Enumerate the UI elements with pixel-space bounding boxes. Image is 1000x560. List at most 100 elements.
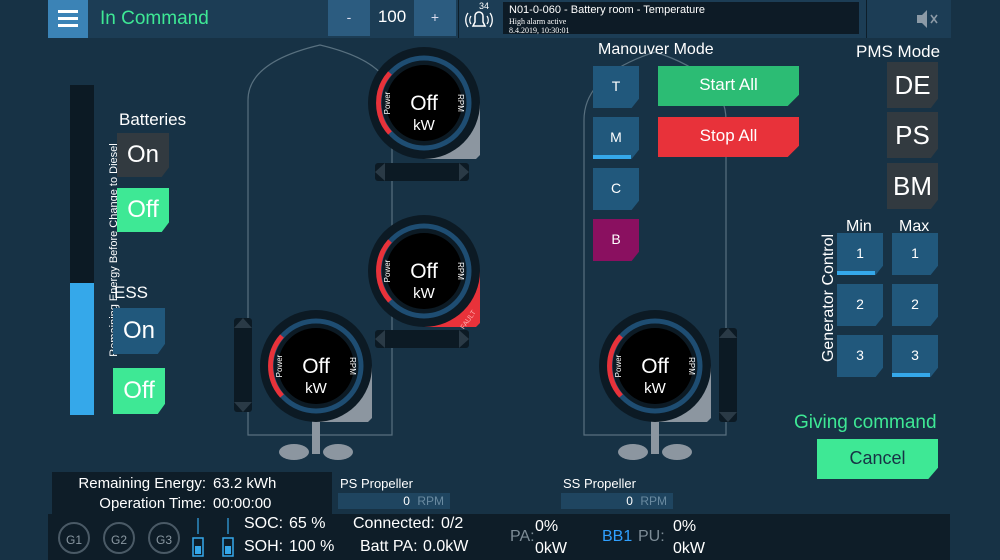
- rpm-label: RPM: [456, 262, 465, 280]
- pms-de-button[interactable]: DE: [887, 62, 938, 108]
- ss-propeller-value: 0: [626, 494, 633, 508]
- gauge-svg: SSP Off kW Power RPM: [599, 310, 711, 422]
- soc-value: 65 %: [289, 515, 326, 532]
- pu-kw: 0kW: [673, 540, 705, 557]
- giving-command-label: Giving command: [794, 412, 937, 433]
- gen-max-2-button[interactable]: 2: [892, 284, 938, 326]
- mode-active-indicator: [593, 155, 631, 159]
- pms-bm-button[interactable]: BM: [887, 163, 938, 209]
- battery-1-icon: [192, 518, 204, 557]
- ps-propeller-unit: RPM: [417, 494, 444, 508]
- mode-m-button[interactable]: M: [593, 117, 639, 159]
- ps-propeller-icon: [279, 420, 353, 460]
- batteries-on-button[interactable]: On: [117, 133, 169, 177]
- rpm-label: RPM: [456, 94, 465, 112]
- batteries-off-button[interactable]: Off: [117, 188, 169, 232]
- gen-min-3-button[interactable]: 3: [837, 335, 883, 377]
- soh-value: 100 %: [289, 538, 335, 555]
- energy-bar-fill: [70, 283, 94, 415]
- ss-propeller-unit: RPM: [640, 494, 667, 508]
- connected-value: 0/2: [441, 515, 464, 532]
- power-label: Power: [383, 259, 392, 282]
- pa-label: PA:: [510, 528, 535, 545]
- soc-label: SOC:: [244, 515, 284, 532]
- rpm-label: RPM: [348, 357, 357, 375]
- ess-on-button[interactable]: On: [113, 308, 165, 354]
- generator-control-label: Generator Control: [820, 233, 837, 363]
- gauge-svg: PSP Off kW Power RPM: [260, 310, 372, 422]
- bow-thruster-gauge[interactable]: Bow Off kW Power RPM: [366, 45, 482, 161]
- thruster-name: PSP: [301, 329, 331, 346]
- pms-mode-title: PMS Mode: [856, 42, 941, 61]
- gen-max-1-button[interactable]: 1: [892, 233, 938, 275]
- rpm-label: RPM: [687, 357, 696, 375]
- mode-t-button[interactable]: T: [593, 66, 639, 108]
- battery-icons: [192, 518, 234, 557]
- operation-time-value: 00:00:00: [213, 495, 272, 512]
- ess-off-button[interactable]: Off: [113, 368, 165, 414]
- bb1-label: BB1: [602, 528, 633, 545]
- power-label: Power: [614, 354, 623, 377]
- pu-label: PU:: [638, 528, 665, 545]
- thruster-state: Off: [410, 92, 438, 115]
- mode-b-button[interactable]: B: [593, 219, 639, 261]
- pu-percent: 0%: [673, 518, 697, 535]
- thruster-unit: kW: [413, 117, 436, 134]
- gen-active-indicator: [892, 373, 930, 377]
- bow-thrust-bar: [375, 163, 469, 181]
- ssp-thruster-gauge[interactable]: SSP Off kW Power RPM: [597, 308, 713, 424]
- soh-label: SOH:: [244, 538, 284, 555]
- thruster-state: Off: [410, 260, 438, 283]
- ss-propeller-icon: [618, 420, 692, 460]
- gen-active-indicator: [837, 271, 875, 275]
- generator-2-indicator[interactable]: G2: [103, 522, 135, 554]
- thruster-name: Stern: [406, 234, 442, 251]
- remaining-energy-label: Remaining Energy:: [78, 475, 206, 492]
- thruster-unit: kW: [413, 285, 436, 302]
- manouver-mode-title: Manouver Mode: [598, 41, 714, 58]
- ssp-thrust-bar: [719, 328, 737, 422]
- ps-propeller-value: 0: [403, 494, 410, 508]
- pa-percent: 0%: [535, 518, 559, 535]
- ess-label: ESS: [114, 283, 149, 302]
- psp-thrust-bar: [234, 318, 252, 412]
- thruster-state: Off: [641, 355, 669, 378]
- gen-min-2-button[interactable]: 2: [837, 284, 883, 326]
- gen-value: 1: [856, 245, 864, 261]
- thruster-name: Bow: [409, 66, 439, 83]
- battery-2-icon: [222, 518, 234, 557]
- stop-all-button[interactable]: Stop All: [658, 117, 799, 157]
- operation-time-label: Operation Time:: [99, 495, 206, 512]
- mode-m-label: M: [610, 129, 622, 145]
- connected-label: Connected:: [353, 515, 435, 532]
- gauge-svg: FAULT Stern Off kW Power RPM: [368, 215, 480, 331]
- power-label: Power: [383, 91, 392, 114]
- ps-propeller-readout: 0 RPM: [338, 493, 450, 509]
- power-label: Power: [275, 354, 284, 377]
- gen-max-3-button[interactable]: 3: [892, 335, 938, 377]
- cancel-button[interactable]: Cancel: [817, 439, 938, 479]
- stern-thruster-gauge[interactable]: FAULT Stern Off kW Power RPM: [366, 213, 482, 331]
- gen-min-1-button[interactable]: 1: [837, 233, 883, 275]
- energy-bar: [70, 85, 94, 415]
- pa-kw: 0kW: [535, 540, 567, 557]
- mode-c-button[interactable]: C: [593, 168, 639, 210]
- start-all-button[interactable]: Start All: [658, 66, 799, 106]
- status-bar: [48, 514, 950, 560]
- thruster-unit: kW: [644, 380, 667, 397]
- batt-pa-value: 0.0kW: [423, 538, 469, 555]
- ps-propeller-label: PS Propeller: [340, 476, 413, 491]
- ss-propeller-readout: 0 RPM: [561, 493, 673, 509]
- app-root: In Command - 100 + 34 N01-0-060 - Batter…: [0, 0, 1000, 560]
- generator-3-indicator[interactable]: G3: [148, 522, 180, 554]
- psp-thruster-gauge[interactable]: PSP Off kW Power RPM: [258, 308, 374, 424]
- thruster-state: Off: [302, 355, 330, 378]
- pms-ps-button[interactable]: PS: [887, 112, 938, 158]
- remaining-energy-value: 63.2 kWh: [213, 475, 277, 492]
- ss-propeller-label: SS Propeller: [563, 476, 636, 491]
- thruster-unit: kW: [305, 380, 328, 397]
- generator-1-indicator[interactable]: G1: [58, 522, 90, 554]
- gauge-svg: Bow Off kW Power RPM: [368, 47, 480, 159]
- thruster-name: SSP: [640, 329, 670, 346]
- batt-pa-label: Batt PA:: [360, 538, 418, 555]
